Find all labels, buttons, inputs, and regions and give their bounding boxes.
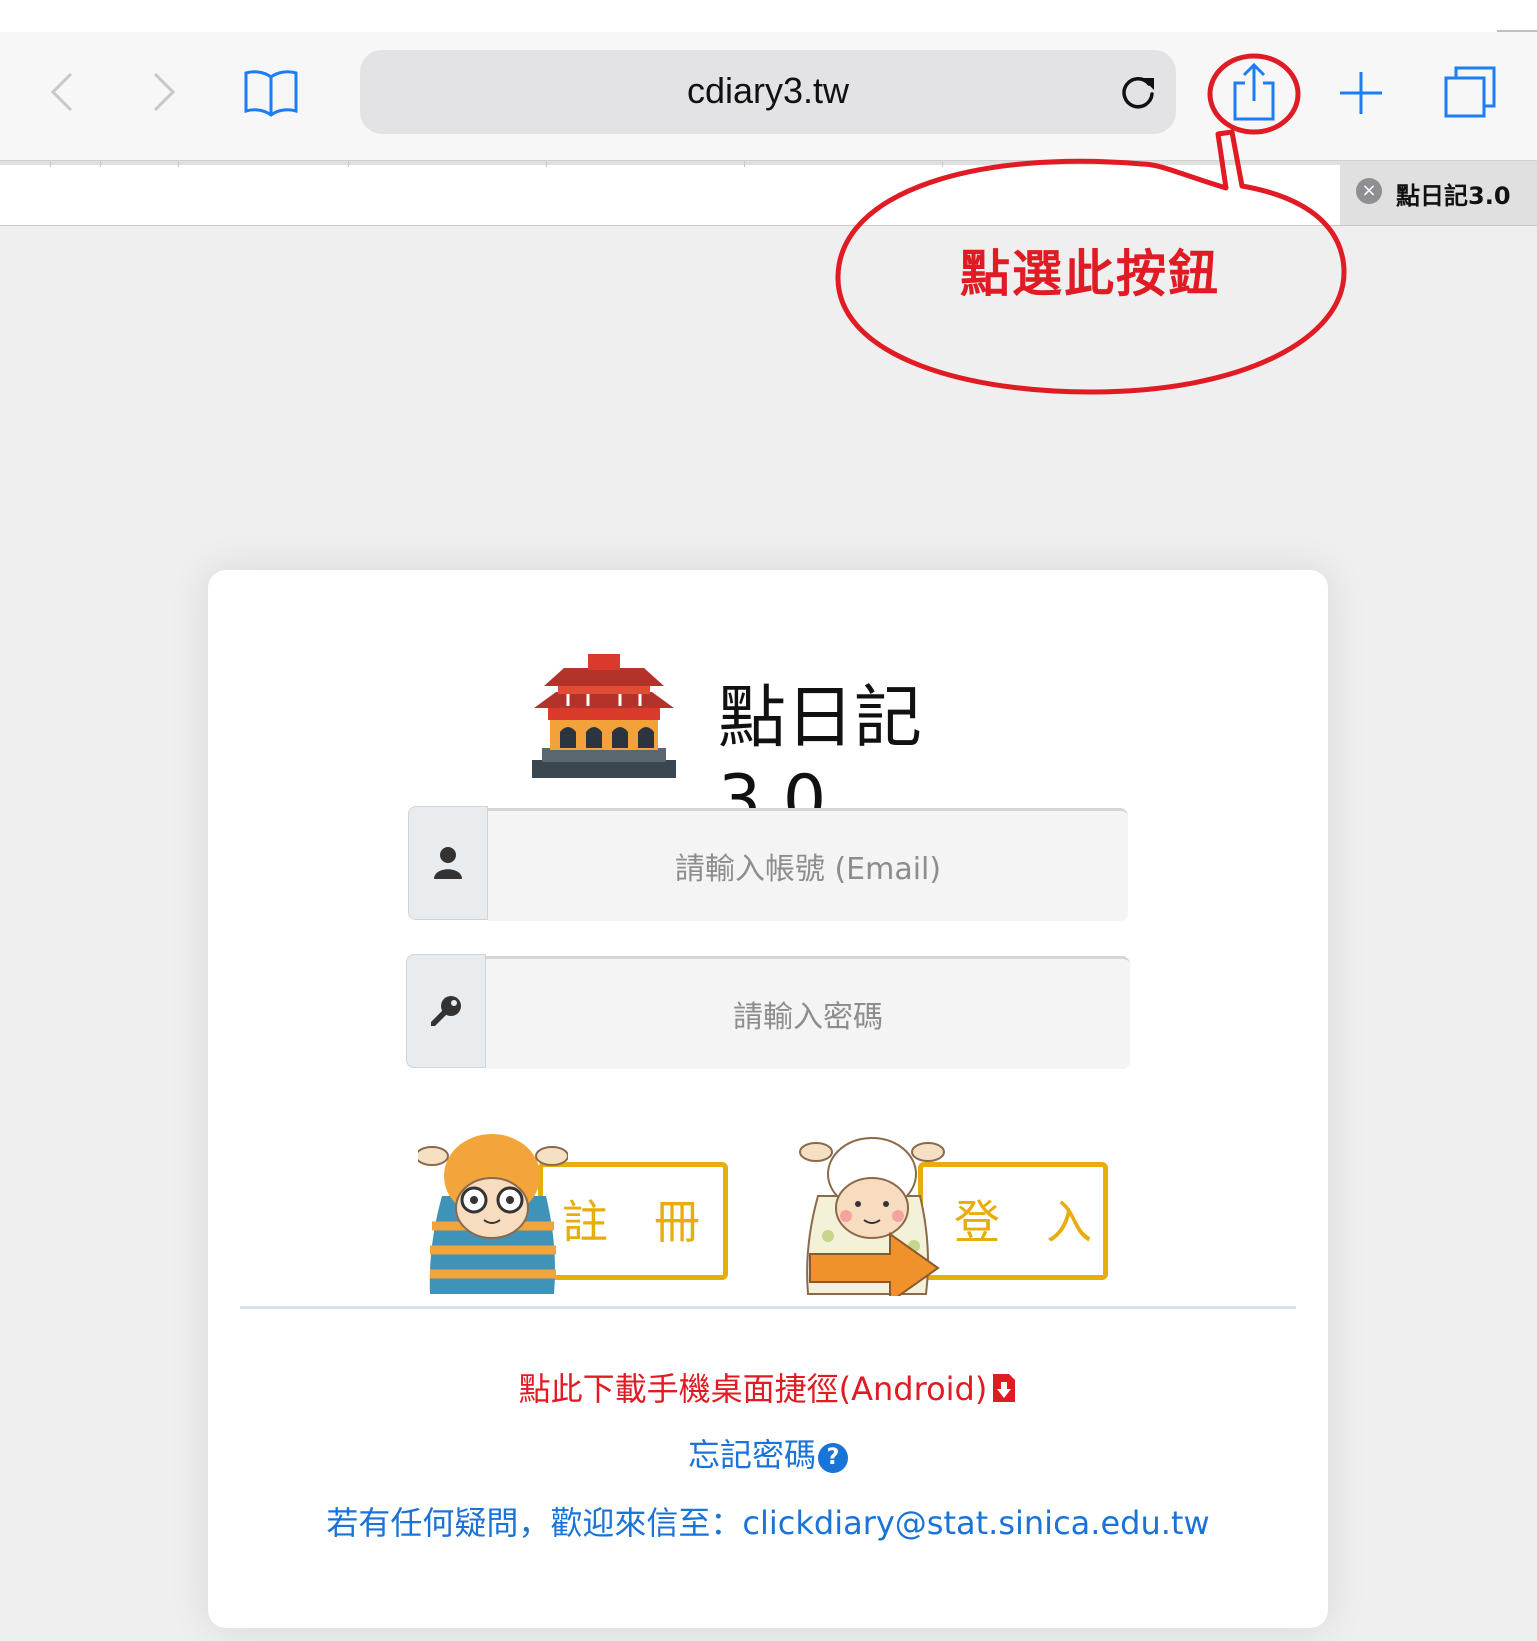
share-button[interactable]: [1230, 60, 1278, 124]
address-bar[interactable]: cdiary3.tw: [360, 50, 1176, 134]
tab-title[interactable]: 點日記3.0: [1396, 176, 1511, 211]
pdf-download-icon: [993, 1374, 1016, 1402]
forgot-link-text: 忘記密碼: [687, 1436, 816, 1474]
plus-icon: [1340, 72, 1382, 114]
question-circle-icon: ?: [818, 1443, 848, 1473]
register-label: 註冊: [562, 1195, 746, 1249]
email-addon: [408, 806, 488, 920]
sheep-mascot-glasses: [418, 1134, 568, 1294]
brand-header: 點日記3.0: [528, 648, 1008, 840]
reload-icon: [1122, 76, 1154, 109]
password-input-group: 請輸入密碼: [406, 954, 1130, 1069]
bookmarks-button[interactable]: [240, 62, 302, 122]
login-card: 點日記3.0 請輸入帳號 (Email) 請輸入密碼 註冊 登入 點此下載手機桌…: [208, 570, 1328, 1628]
tabs-button[interactable]: [1440, 62, 1500, 122]
password-field[interactable]: 請輸入密碼: [486, 956, 1130, 1069]
email-placeholder: 請輸入帳號 (Email): [674, 852, 942, 887]
share-icon: [1233, 62, 1275, 121]
palace-logo: [532, 654, 676, 778]
login-button[interactable]: 登入: [798, 1116, 1108, 1296]
contact-email-link[interactable]: 若有任何疑問，歡迎來信至：clickdiary@stat.sinica.edu.…: [208, 1498, 1328, 1544]
chevron-left-icon: [50, 72, 73, 112]
key-icon: [431, 996, 461, 1026]
tab-bar: [0, 160, 1537, 226]
email-field[interactable]: 請輸入帳號 (Email): [488, 808, 1128, 921]
email-input-group: 請輸入帳號 (Email): [408, 806, 1128, 921]
forgot-password-link[interactable]: 忘記密碼?: [208, 1430, 1328, 1476]
card-divider: [240, 1306, 1296, 1309]
tabs-icon: [1444, 66, 1496, 118]
forward-button[interactable]: [142, 60, 186, 124]
sheep-mascot-arrow: [799, 1137, 945, 1296]
android-link-text: 點此下載手機桌面捷徑(Android): [518, 1370, 988, 1408]
status-bar: [0, 0, 1537, 32]
register-button[interactable]: 註冊: [418, 1116, 728, 1296]
android-shortcut-link[interactable]: 點此下載手機桌面捷徑(Android): [208, 1364, 1328, 1410]
annotation-label: 點選此按鈕: [960, 245, 1220, 303]
back-button[interactable]: [40, 60, 84, 124]
chevron-right-icon: [153, 72, 176, 112]
book-icon: [244, 70, 298, 117]
tab-close-button[interactable]: ×: [1356, 178, 1382, 204]
user-icon: [434, 847, 462, 879]
password-placeholder: 請輸入密碼: [733, 1000, 883, 1035]
tab-inactive[interactable]: [0, 165, 1340, 225]
login-label: 登入: [954, 1195, 1138, 1249]
new-tab-button[interactable]: [1336, 64, 1386, 122]
reload-button[interactable]: [1118, 72, 1158, 112]
url-text[interactable]: cdiary3.tw: [360, 70, 1176, 112]
password-addon: [406, 954, 486, 1068]
